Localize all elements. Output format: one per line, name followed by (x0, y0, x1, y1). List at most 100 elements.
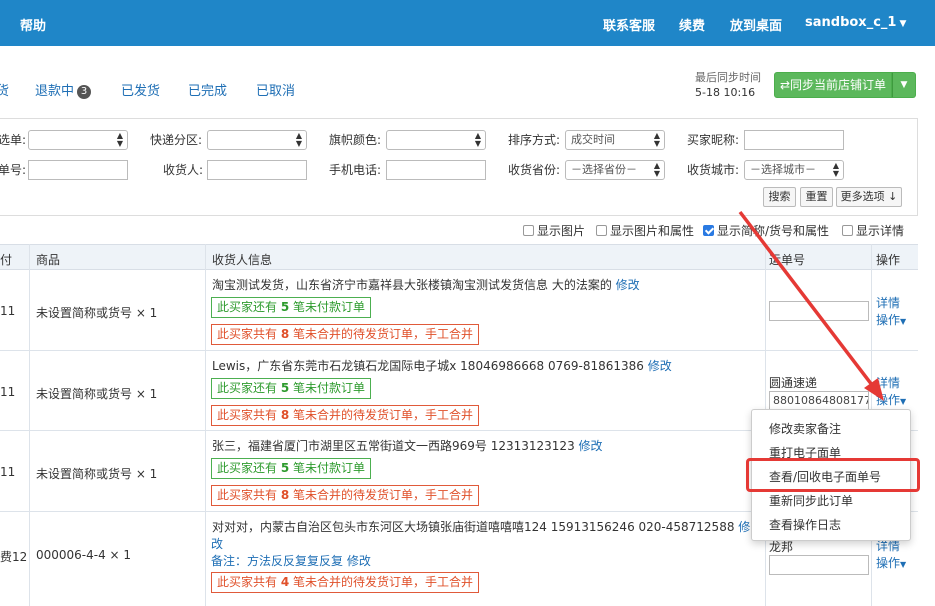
option-show-image-attr[interactable]: 显示图片和属性 (596, 222, 694, 239)
tab-shipped[interactable]: 已发货 (121, 80, 160, 99)
tab-cancelled[interactable]: 已取消 (256, 80, 295, 99)
notice-prefix: 此买家共有 (217, 327, 281, 341)
last-sync-label: 最后同步时间 (695, 71, 761, 84)
actions-label: 操作 (876, 313, 901, 327)
search-button[interactable]: 搜索 (763, 187, 796, 207)
menu-item-edit-seller-note[interactable]: 修改卖家备注 (769, 420, 841, 437)
tab-refunding[interactable]: 退款中 3 (35, 80, 92, 99)
caret-down-icon: ▼ (900, 80, 908, 90)
order-status-tabs: 货 退款中 3 已发货 已完成 已取消 最后同步时间 5-18 10:16 ⇄同步… (0, 60, 935, 116)
unpaid-orders-notice[interactable]: 此买家还有 5 笔未付款订单 (211, 378, 372, 399)
help-link[interactable]: 帮助 (20, 15, 46, 34)
filter-label-flag-color: 旗帜颜色: (329, 133, 382, 147)
merge-orders-notice[interactable]: 此买家共有 8 笔未合并的待发货订单，手工合并 (211, 324, 480, 345)
detail-link[interactable]: 详情 (876, 375, 906, 392)
option-show-details[interactable]: 显示详情 (842, 222, 904, 239)
notice-suffix: 笔未合并的待发货订单，手工合并 (289, 408, 474, 422)
filter-label-province: 收货省份: (508, 163, 561, 177)
tab-completed[interactable]: 已完成 (188, 80, 227, 99)
waybill-input[interactable]: 880108648081774 (769, 391, 869, 411)
actions-dropdown[interactable]: 操作▼ (876, 555, 906, 573)
merge-orders-notice[interactable]: 此买家共有 4 笔未合并的待发货订单，手工合并 (211, 572, 480, 593)
menu-item-resync-order[interactable]: 重新同步此订单 (769, 492, 853, 509)
add-to-desktop-link[interactable]: 放到桌面 (730, 15, 782, 34)
express-zone-dropdown[interactable]: ▲ ▼ (207, 130, 307, 150)
actions-label: 操作 (876, 556, 901, 570)
caret-down-icon: ▼ (900, 317, 907, 326)
unpaid-orders-notice[interactable]: 此买家还有 5 笔未付款订单 (211, 458, 372, 479)
reset-button[interactable]: 重置 (800, 187, 833, 207)
filter-panel: 选单: ▲ ▼ 快递分区: ▲ ▼ 旗帜颜色: ▲ ▼ 排序方式: 成交时间 ▲ ▼ 买家… (0, 118, 918, 216)
option-show-image-attr-label: 显示图片和属性 (610, 224, 695, 238)
notice-prefix: 此买家还有 (217, 381, 281, 395)
option-show-image[interactable]: 显示图片 (523, 222, 585, 239)
city-dropdown[interactable]: －选择城市－ ▲ ▼ (744, 160, 844, 180)
sort-order-dropdown[interactable]: 成交时间 ▲ ▼ (565, 130, 665, 150)
updown-arrows-icon: ▲ ▼ (116, 131, 123, 148)
checkbox-show-details[interactable] (842, 225, 853, 236)
caret-down-icon: ▼ (900, 397, 907, 406)
order-goods: 未设置简称或货号 × 1 (36, 306, 158, 320)
receiver-address-text: Lewis，广东省东莞市石龙镇石龙国际电子城x 18046986668 0769… (212, 359, 644, 373)
checkbox-show-image-attr[interactable] (596, 225, 607, 236)
more-options-button[interactable]: 更多选项 ↓ (836, 187, 902, 207)
notice-prefix: 此买家还有 (217, 461, 281, 475)
merge-orders-notice[interactable]: 此买家共有 8 笔未合并的待发货订单，手工合并 (211, 485, 480, 506)
edit-address-link[interactable]: 修改 (616, 278, 640, 292)
header-receiver: 收货人信息 (212, 253, 273, 267)
tab-partial[interactable]: 货 (0, 80, 9, 99)
actions-dropdown[interactable]: 操作▼ (876, 392, 906, 410)
notice-prefix: 此买家共有 (217, 575, 281, 589)
order-no-input[interactable] (28, 160, 128, 180)
filter-label-buyer-nick: 买家昵称: (687, 133, 740, 147)
detail-link[interactable]: 详情 (876, 295, 906, 312)
actions-dropdown[interactable]: 操作▼ (876, 312, 906, 330)
edit-address-link-continued[interactable]: 改 (211, 535, 223, 552)
checkbox-show-image[interactable] (523, 225, 534, 236)
edit-address-link[interactable]: 修改 (648, 359, 672, 373)
table-row: 11 未设置简称或货号 × 1 淘宝测试发货，山东省济宁市嘉祥县大张楼镇淘宝测试… (0, 270, 918, 351)
receiver-address: 对对对，内蒙古自治区包头市东河区大场镇张庙街道嘻嘻嘻124 1591315624… (212, 518, 750, 535)
merge-orders-notice[interactable]: 此买家共有 8 笔未合并的待发货订单，手工合并 (211, 405, 480, 426)
order-goods: 未设置简称或货号 × 1 (36, 467, 158, 481)
receiver-address-text: 淘宝测试发货，山东省济宁市嘉祥县大张楼镇淘宝测试发货信息 大的法案的 (212, 278, 612, 292)
renew-link[interactable]: 续费 (679, 15, 705, 34)
order-select-dropdown[interactable]: ▲ ▼ (28, 130, 128, 150)
unpaid-orders-notice[interactable]: 此买家还有 5 笔未付款订单 (211, 297, 372, 318)
flag-color-dropdown[interactable]: ▲ ▼ (386, 130, 486, 150)
receiver-input[interactable] (207, 160, 307, 180)
notice-count: 8 (280, 408, 290, 422)
edit-address-link[interactable]: 修改 (579, 439, 603, 453)
checkbox-show-short-name[interactable] (703, 225, 714, 236)
row-actions: 详情 操作▼ (876, 295, 906, 330)
user-menu[interactable]: sandbox_c_1 ▼ (805, 15, 906, 30)
notice-suffix: 笔未付款订单 (289, 300, 366, 314)
row-actions: 详情 操作▼ (876, 538, 906, 573)
menu-item-view-log[interactable]: 查看操作日志 (769, 516, 841, 533)
sync-dropdown-button[interactable]: ▼ (892, 72, 916, 98)
option-show-details-label: 显示详情 (856, 224, 905, 238)
updown-arrows-icon: ▲ ▼ (295, 131, 302, 148)
waybill-input[interactable] (769, 301, 869, 321)
option-show-short-name[interactable]: 显示简称/货号和属性 (703, 222, 829, 239)
city-value: －选择城市－ (750, 163, 816, 176)
receiver-address: Lewis，广东省东莞市石龙镇石龙国际电子城x 18046986668 0769… (212, 357, 672, 374)
notice-count: 5 (280, 461, 290, 475)
updown-arrows-icon: ▲ ▼ (832, 161, 839, 178)
updown-arrows-icon: ▲ ▼ (653, 131, 660, 148)
province-value: －选择省份－ (571, 163, 637, 176)
phone-input[interactable] (386, 160, 486, 180)
contact-support-link[interactable]: 联系客服 (603, 15, 655, 34)
edit-note-link[interactable]: 修改 (347, 554, 371, 568)
waybill-input[interactable] (769, 555, 869, 575)
buyer-nick-input[interactable] (744, 130, 844, 150)
notice-count: 5 (280, 300, 290, 314)
edit-address-link[interactable]: 修 (738, 520, 750, 534)
receiver-address-text: 张三，福建省厦门市湖里区五常街道文一西路969号 12313123123 (212, 439, 575, 453)
seller-note: 备注：方法反反复复反复 修改 (211, 552, 371, 569)
notice-suffix: 笔未合并的待发货订单，手工合并 (289, 488, 474, 502)
order-time: 11 (0, 304, 16, 318)
notice-count: 5 (280, 381, 290, 395)
province-dropdown[interactable]: －选择省份－ ▲ ▼ (565, 160, 665, 180)
sync-orders-button[interactable]: ⇄同步当前店铺订单 (774, 72, 892, 98)
